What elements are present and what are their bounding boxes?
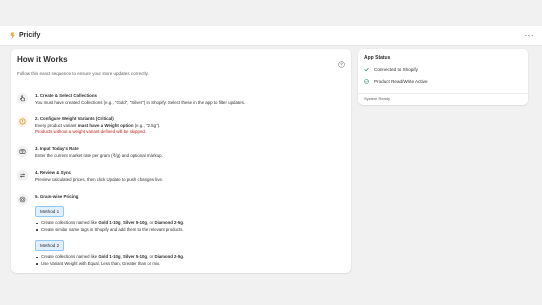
sync-icon	[17, 170, 28, 181]
status-connected: Connected to Shopify	[364, 67, 418, 72]
help-icon[interactable]	[338, 55, 345, 68]
app-status-card: App Status Connected to Shopify Product …	[358, 49, 528, 105]
money-icon	[17, 146, 28, 157]
check-circle-icon	[364, 79, 369, 84]
more-actions-icon[interactable]: ···	[525, 31, 535, 40]
step-text: Preview calculated prices, then click Up…	[35, 177, 164, 182]
method-1-badge: Method 1	[35, 206, 65, 217]
alert-icon	[17, 116, 28, 127]
app-status-title: App Status	[364, 55, 391, 61]
method-2-badge: Method 2	[35, 240, 65, 251]
status-label: Product Read/Write Active	[374, 79, 428, 84]
list-item: Use Variant Weight with Equal, Less than…	[35, 261, 345, 268]
app-name: Pricify	[19, 32, 41, 39]
divider	[358, 93, 528, 94]
status-label: Connected to Shopify	[374, 67, 418, 72]
critical-warning: Products without a weight variant define…	[35, 129, 147, 134]
settings-icon	[17, 194, 28, 205]
weight-option-emphasis: must have a Weight option	[77, 123, 134, 128]
app-title-bar: Pricify ···	[0, 26, 542, 46]
step-text: Every product variant must have a Weight…	[35, 123, 161, 128]
top-strip	[0, 0, 542, 26]
method-1-block: Method 1 Create collections named like G…	[35, 200, 345, 233]
step-text: Enter the current market rate per gram (…	[35, 153, 163, 158]
guide-title: How it Works	[17, 55, 68, 64]
check-icon	[364, 67, 369, 72]
list-item: Create similar name tags in Shopify and …	[35, 227, 345, 234]
status-read-write: Product Read/Write Active	[364, 79, 428, 84]
system-status-text: System Ready	[364, 96, 391, 101]
how-it-works-card: How it Works Follow this exact sequence …	[11, 49, 351, 273]
step-text: You must have created Collections (e.g.,…	[35, 100, 246, 105]
guide-subtitle: Follow this exact sequence to ensure you…	[17, 71, 149, 76]
method-2-block: Method 2 Create collections named like G…	[35, 234, 345, 267]
pricify-logo-icon	[10, 32, 16, 39]
hand-pointer-icon	[17, 93, 28, 104]
